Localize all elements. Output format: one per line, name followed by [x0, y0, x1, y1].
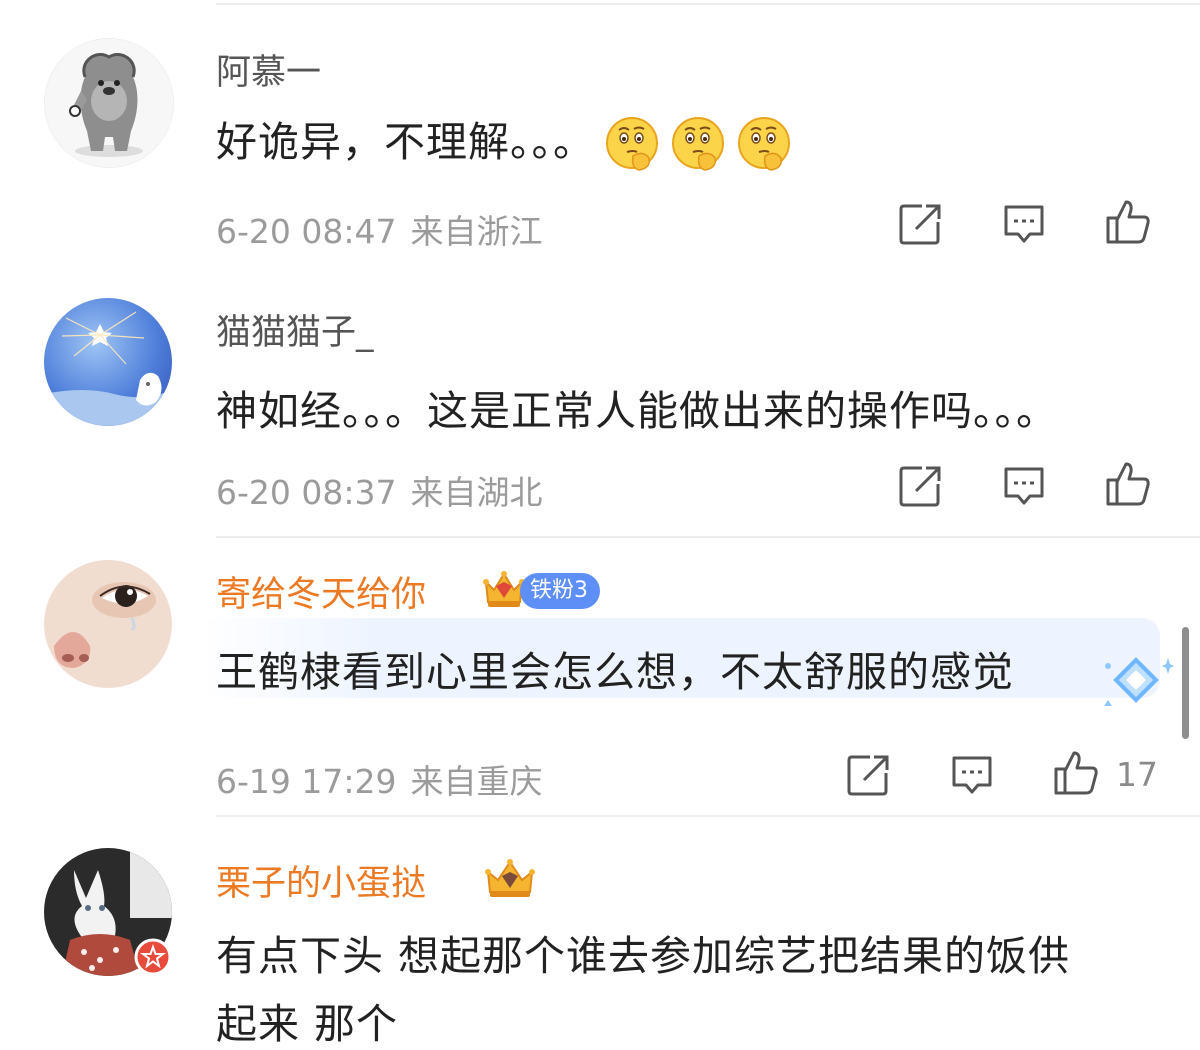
comment-meta: 6-20 08:37 来自湖北 — [216, 466, 543, 514]
thinking-face-emoji-icon — [669, 116, 727, 174]
comment-date: 6-20 08:47 — [216, 212, 397, 251]
comment-date: 6-20 08:37 — [216, 473, 397, 512]
thinking-face-emoji-icon — [735, 116, 793, 174]
like-icon[interactable] — [1104, 460, 1152, 508]
comment-date: 6-19 17:29 — [216, 762, 397, 801]
repost-icon[interactable] — [896, 200, 944, 248]
avatar[interactable] — [44, 298, 172, 426]
comment-location: 来自湖北 — [410, 473, 543, 512]
comment-text-body: 好诡异，不理解。。。 — [216, 118, 595, 166]
comment-location: 来自重庆 — [410, 762, 543, 801]
comment-text: 王鹤棣看到心里会怎么想，不太舒服的感觉 — [216, 648, 1014, 696]
comment-location: 来自浙江 — [410, 212, 543, 251]
divider — [216, 815, 1200, 817]
repost-icon[interactable] — [844, 751, 892, 799]
repost-icon[interactable] — [896, 462, 944, 510]
comment-meta: 6-20 08:47 来自浙江 — [216, 205, 543, 253]
like-count: 17 — [1116, 755, 1158, 794]
verified-badge-icon — [134, 938, 172, 980]
diamond-sparkle-icon — [1098, 652, 1174, 716]
emoji-group — [595, 117, 793, 171]
divider-top — [216, 3, 1200, 5]
username[interactable]: 阿慕一 — [216, 44, 321, 95]
comment-icon[interactable] — [1000, 200, 1048, 248]
like-icon[interactable] — [1104, 198, 1152, 246]
username[interactable]: 猫猫猫子_ — [216, 304, 374, 355]
divider — [216, 536, 1200, 538]
comment-icon[interactable] — [948, 751, 996, 799]
comment-text-line-2: 起来 那个 — [216, 1000, 399, 1048]
comment-text-line-1: 有点下头 想起那个谁去参加综艺把结果的饭供 — [216, 932, 1071, 980]
fan-badge[interactable]: 铁粉3 — [520, 573, 600, 609]
scrollbar[interactable] — [1182, 627, 1189, 739]
comment-meta: 6-19 17:29 来自重庆 — [216, 755, 543, 803]
comment-text: 好诡异，不理解。。。 — [216, 108, 793, 174]
username[interactable]: 寄给冬天给你 — [216, 566, 426, 617]
avatar[interactable] — [44, 38, 174, 168]
comment-icon[interactable] — [1000, 462, 1048, 510]
crown-badge-icon[interactable] — [482, 856, 538, 904]
thinking-face-emoji-icon — [603, 116, 661, 174]
avatar[interactable] — [44, 560, 172, 688]
like-icon[interactable] — [1052, 749, 1100, 797]
comment-text: 神如经。。。这是正常人能做出来的操作吗。。。 — [216, 387, 1058, 435]
username[interactable]: 栗子的小蛋挞 — [216, 855, 426, 906]
